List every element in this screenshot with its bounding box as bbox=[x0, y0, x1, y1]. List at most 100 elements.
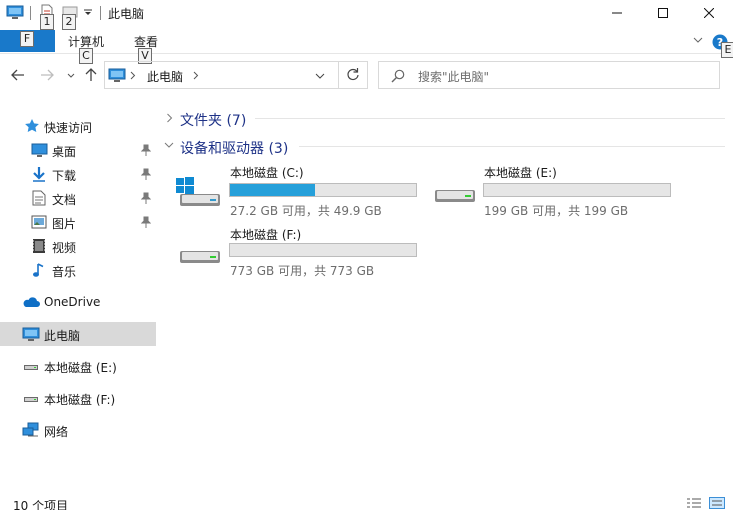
forward-button[interactable] bbox=[38, 66, 56, 84]
title-separator-2 bbox=[100, 6, 101, 20]
document-icon bbox=[32, 190, 48, 206]
sidebar-item-label: 图片 bbox=[52, 217, 77, 231]
desktop-icon bbox=[31, 142, 48, 158]
this-pc-icon[interactable] bbox=[6, 5, 24, 21]
drive-info: 199 GB 可用，共 199 GB bbox=[484, 204, 629, 218]
close-button[interactable] bbox=[686, 0, 732, 26]
sidebar-item-label: 文档 bbox=[52, 193, 77, 207]
drive-usage-bar bbox=[229, 243, 417, 257]
refresh-button[interactable] bbox=[338, 61, 368, 89]
pin-icon[interactable] bbox=[141, 192, 151, 204]
breadcrumb-chevron-icon[interactable] bbox=[193, 71, 199, 80]
window-title: 此电脑 bbox=[108, 7, 145, 21]
title-bar: 1 2 此电脑 bbox=[0, 0, 733, 30]
customize-qat-icon[interactable] bbox=[83, 8, 93, 18]
drive-name: 本地磁盘 (E:) bbox=[484, 166, 557, 180]
sidebar-item-documents[interactable]: 文档 bbox=[0, 186, 156, 210]
content-pane: 文件夹 (7) 设备和驱动器 (3) 本地磁盘 (C:) 27.2 GB 可用，… bbox=[157, 94, 733, 494]
this-pc-icon bbox=[22, 326, 40, 342]
large-icons-view-button[interactable] bbox=[709, 497, 725, 509]
drive-tile-f[interactable]: 本地磁盘 (F:) 773 GB 可用，共 773 GB bbox=[176, 225, 421, 278]
forward-arrow-icon bbox=[41, 69, 54, 81]
star-icon bbox=[24, 118, 40, 134]
hard-drive-icon bbox=[176, 239, 224, 269]
drive-usage-fill bbox=[230, 184, 315, 196]
minimize-button[interactable] bbox=[594, 0, 640, 26]
sidebar-item-this-pc[interactable]: 此电脑 bbox=[0, 322, 156, 346]
pin-icon[interactable] bbox=[141, 168, 151, 180]
pin-icon[interactable] bbox=[141, 216, 151, 228]
recent-locations-button[interactable] bbox=[66, 72, 76, 80]
back-arrow-icon bbox=[11, 69, 24, 81]
system-drive-icon bbox=[176, 176, 224, 212]
video-icon bbox=[31, 238, 47, 254]
large-icons-view-icon bbox=[709, 497, 725, 509]
sidebar-item-label: 视频 bbox=[52, 241, 77, 255]
sidebar-item-label: 网络 bbox=[44, 425, 69, 439]
sidebar-item-downloads[interactable]: 下载 bbox=[0, 162, 156, 186]
chevron-down-icon bbox=[67, 73, 75, 78]
this-pc-icon bbox=[108, 68, 126, 83]
back-button[interactable] bbox=[9, 66, 27, 84]
details-view-icon bbox=[687, 498, 701, 508]
hard-drive-icon bbox=[23, 390, 39, 406]
breadcrumb-separator-icon[interactable] bbox=[130, 71, 136, 80]
cloud-icon bbox=[22, 294, 40, 310]
minimize-icon bbox=[612, 12, 622, 14]
sidebar-item-label: 桌面 bbox=[52, 145, 77, 159]
download-icon bbox=[31, 166, 47, 182]
group-title: 设备和驱动器 (3) bbox=[180, 141, 289, 157]
navigation-pane: 快速访问 桌面 下载 文档 图片 视频 音乐 OneDrive 此电脑 本地磁盘… bbox=[0, 94, 156, 494]
status-item-count: 10 个项目 bbox=[13, 499, 69, 510]
pin-icon[interactable] bbox=[141, 144, 151, 156]
sidebar-item-label: 音乐 bbox=[52, 265, 77, 279]
music-icon bbox=[31, 262, 47, 278]
maximize-icon bbox=[658, 8, 668, 18]
up-button[interactable] bbox=[82, 66, 100, 84]
close-icon bbox=[704, 8, 714, 18]
address-dropdown-icon[interactable] bbox=[315, 73, 325, 80]
search-placeholder: 搜索"此电脑" bbox=[418, 70, 490, 84]
group-title: 文件夹 (7) bbox=[180, 113, 247, 129]
breadcrumb-this-pc[interactable]: 此电脑 bbox=[147, 68, 183, 85]
address-bar[interactable]: 此电脑 bbox=[104, 61, 368, 89]
picture-icon bbox=[31, 214, 47, 230]
up-arrow-icon bbox=[85, 68, 97, 81]
chevron-right-icon bbox=[167, 113, 173, 123]
details-view-button[interactable] bbox=[686, 497, 702, 509]
sidebar-item-onedrive[interactable]: OneDrive bbox=[0, 290, 156, 314]
sidebar-item-desktop[interactable]: 桌面 bbox=[0, 138, 156, 162]
hard-drive-icon bbox=[23, 358, 39, 374]
search-icon bbox=[391, 69, 405, 83]
expand-ribbon-icon[interactable] bbox=[693, 36, 703, 44]
drive-info: 773 GB 可用，共 773 GB bbox=[230, 264, 375, 278]
maximize-button[interactable] bbox=[640, 0, 686, 26]
sidebar-item-label: 本地磁盘 (E:) bbox=[44, 361, 117, 375]
group-divider bbox=[255, 118, 725, 119]
drive-tile-c[interactable]: 本地磁盘 (C:) 27.2 GB 可用，共 49.9 GB bbox=[176, 164, 421, 218]
hard-drive-icon bbox=[431, 178, 479, 208]
title-separator bbox=[30, 6, 31, 20]
sidebar-item-pictures[interactable]: 图片 bbox=[0, 210, 156, 234]
sidebar-item-network[interactable]: 网络 bbox=[0, 418, 156, 442]
refresh-icon bbox=[346, 67, 360, 81]
drive-name: 本地磁盘 (C:) bbox=[230, 166, 304, 180]
keytip-file: F bbox=[20, 31, 34, 47]
sidebar-item-label: OneDrive bbox=[44, 295, 101, 309]
sidebar-item-music[interactable]: 音乐 bbox=[0, 258, 156, 282]
chevron-down-icon bbox=[164, 142, 174, 148]
network-icon bbox=[22, 422, 39, 438]
group-divider bbox=[299, 146, 725, 147]
sidebar-item-drive-f[interactable]: 本地磁盘 (F:) bbox=[0, 386, 156, 410]
sidebar-item-quick-access[interactable]: 快速访问 bbox=[0, 114, 156, 138]
drive-usage-bar bbox=[483, 183, 671, 197]
search-box[interactable]: 搜索"此电脑" bbox=[378, 61, 720, 89]
drive-tile-e[interactable]: 本地磁盘 (E:) 199 GB 可用，共 199 GB bbox=[431, 164, 676, 218]
ribbon: F 计算机 C 查看 V ? E bbox=[0, 26, 733, 64]
sidebar-item-drive-e[interactable]: 本地磁盘 (E:) bbox=[0, 354, 156, 378]
drive-usage-bar bbox=[229, 183, 417, 197]
sidebar-item-label: 本地磁盘 (F:) bbox=[44, 393, 116, 407]
sidebar-item-videos[interactable]: 视频 bbox=[0, 234, 156, 258]
drive-name: 本地磁盘 (F:) bbox=[230, 228, 302, 242]
drive-info: 27.2 GB 可用，共 49.9 GB bbox=[230, 204, 382, 218]
